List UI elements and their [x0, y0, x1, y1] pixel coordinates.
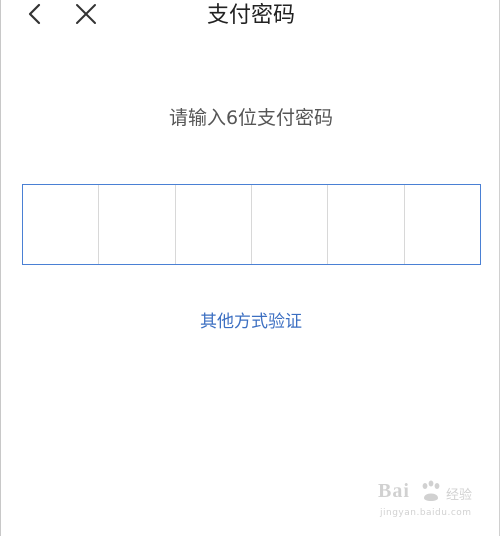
page-title: 支付密码	[206, 3, 295, 28]
pin-input-box[interactable]	[22, 184, 481, 265]
watermark-url: jingyan.baidu.com	[380, 508, 472, 518]
pin-digit-4[interactable]	[252, 185, 329, 264]
pin-digit-1[interactable]	[23, 185, 100, 264]
paw-icon	[422, 480, 440, 501]
pin-digit-3[interactable]	[176, 185, 252, 264]
watermark-logo-text: Bai	[378, 480, 410, 502]
other-verification-link[interactable]: 其他方式验证	[1, 309, 500, 335]
watermark-subtitle: 经验	[446, 488, 473, 503]
pin-digit-2[interactable]	[99, 185, 176, 264]
pin-digit-6[interactable]	[405, 185, 480, 264]
baidu-jingyan-watermark: Bai 经验 jingyan.baidu.com	[378, 480, 490, 524]
top-bar: 支付密码	[1, 0, 500, 36]
payment-password-screen: 支付密码 请输入6位支付密码 其他方式验证 Bai 经验 jingyan.bai…	[0, 0, 500, 536]
pin-digit-5[interactable]	[328, 185, 405, 264]
pin-prompt: 请输入6位支付密码	[168, 107, 334, 129]
